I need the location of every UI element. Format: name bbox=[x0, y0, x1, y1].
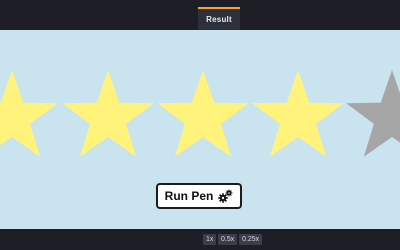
star-filled-icon[interactable] bbox=[157, 70, 249, 157]
run-pen-button[interactable]: Run Pen bbox=[156, 183, 242, 209]
star-empty-icon[interactable] bbox=[346, 70, 400, 157]
zoom-0-25x-button[interactable]: 0.25x bbox=[239, 234, 263, 245]
star-filled-icon[interactable] bbox=[62, 70, 154, 157]
star-filled-icon[interactable] bbox=[252, 70, 344, 157]
bottom-bar: 1x 0.5x 0.25x bbox=[0, 229, 400, 250]
zoom-1x-button[interactable]: 1x bbox=[203, 234, 217, 245]
zoom-0-5x-button[interactable]: 0.5x bbox=[218, 234, 238, 245]
star-filled-icon[interactable] bbox=[0, 70, 58, 157]
run-pen-label: Run Pen bbox=[164, 189, 214, 203]
tab-result[interactable]: Result bbox=[198, 7, 240, 30]
tab-result-label: Result bbox=[206, 15, 232, 24]
gears-icon bbox=[218, 189, 233, 203]
top-bar: Result bbox=[0, 0, 400, 30]
result-stage: Run Pen bbox=[0, 30, 400, 229]
pen-preview-window: Result Run Pen 1x 0.5x 0.25x bbox=[0, 0, 400, 250]
